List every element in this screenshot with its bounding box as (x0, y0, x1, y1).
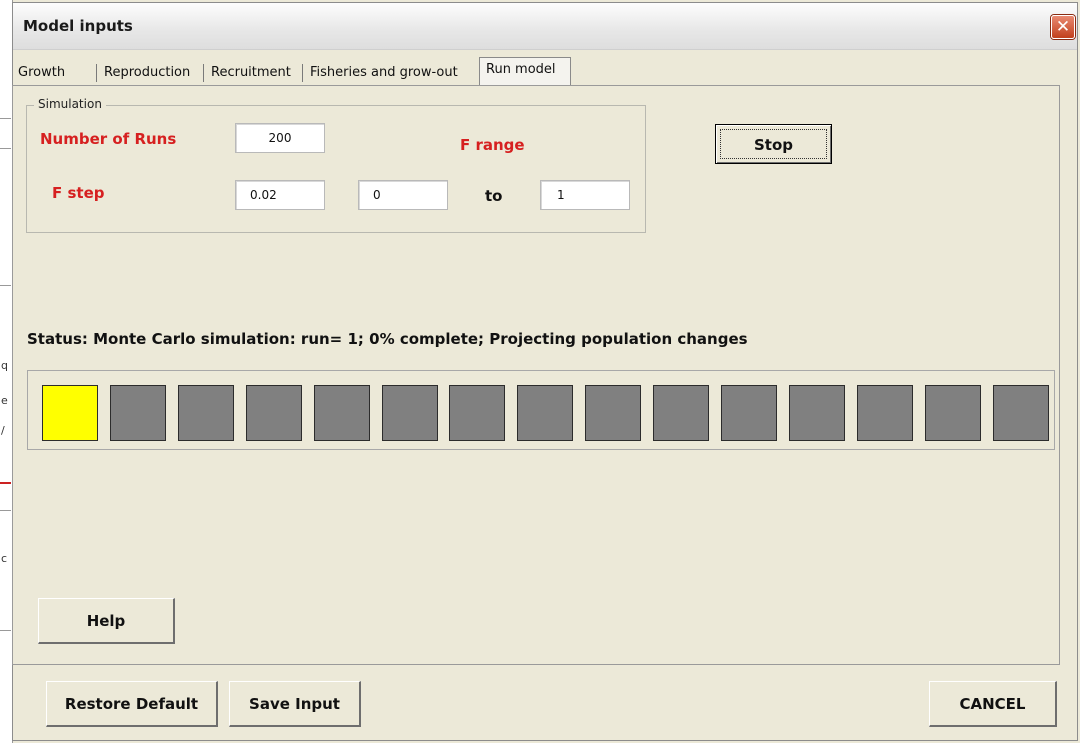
progress-block (857, 385, 913, 441)
tab-growth[interactable]: Growth (18, 62, 65, 84)
progress-block (993, 385, 1049, 441)
close-icon[interactable]: ✕ (1051, 15, 1075, 39)
progress-block (110, 385, 166, 441)
help-button[interactable]: Help (38, 598, 175, 644)
window-title: Model inputs (23, 17, 133, 35)
number-of-runs-label: Number of Runs (40, 130, 177, 148)
number-of-runs-input[interactable]: 200 (235, 123, 325, 153)
simulation-groupbox (26, 105, 646, 233)
progress-block (721, 385, 777, 441)
progress-block (246, 385, 302, 441)
focus-rectangle (720, 129, 827, 159)
simulation-group-label: Simulation (34, 97, 106, 111)
progress-block (382, 385, 438, 441)
stop-button[interactable]: Stop (715, 124, 832, 164)
tab-run-model[interactable]: Run model (479, 57, 571, 86)
progress-block (585, 385, 641, 441)
to-label: to (485, 187, 503, 205)
save-input-button[interactable]: Save Input (229, 681, 361, 727)
tab-separator (96, 64, 97, 82)
progress-block (653, 385, 709, 441)
tab-separator (203, 64, 204, 82)
restore-default-button[interactable]: Restore Default (46, 681, 218, 727)
progress-block (925, 385, 981, 441)
progress-block (178, 385, 234, 441)
tab-reproduction[interactable]: Reproduction (104, 62, 190, 84)
f-step-input[interactable]: 0.02 (235, 180, 325, 210)
progress-block (42, 385, 98, 441)
progress-block (449, 385, 505, 441)
progress-block (517, 385, 573, 441)
progress-block (314, 385, 370, 441)
f-range-to-input[interactable]: 1 (540, 180, 630, 210)
title-bar: Model inputs ✕ (13, 3, 1077, 50)
f-step-label: F step (52, 184, 105, 202)
tab-recruitment[interactable]: Recruitment (211, 62, 291, 84)
f-range-label: F range (460, 136, 525, 154)
f-range-from-input[interactable]: 0 (358, 180, 448, 210)
tab-separator (302, 64, 303, 82)
progress-block (789, 385, 845, 441)
cancel-button[interactable]: CANCEL (929, 681, 1057, 727)
progress-bar (27, 370, 1055, 450)
status-text: Status: Monte Carlo simulation: run= 1; … (27, 330, 748, 348)
tab-fisheries-and-grow-out[interactable]: Fisheries and grow-out (310, 62, 458, 84)
